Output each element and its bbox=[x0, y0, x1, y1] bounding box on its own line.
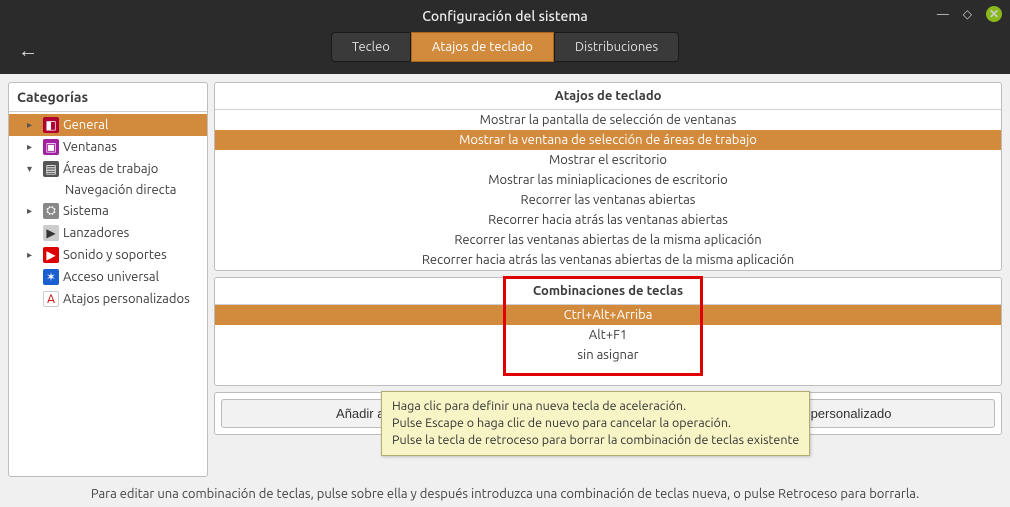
sidebar-item-label: General bbox=[63, 118, 108, 132]
tooltip-line: Pulse la tecla de retroceso para borrar … bbox=[392, 432, 799, 449]
caret-icon: ▾ bbox=[27, 163, 39, 175]
caret-icon bbox=[27, 272, 39, 283]
sidebar-item-label: Sistema bbox=[63, 204, 109, 218]
binding-row[interactable]: sin asignar bbox=[215, 345, 1001, 365]
system-icon: ⛭ bbox=[43, 203, 59, 219]
sidebar: Categorías ▸ ◧ General ▸ ▣ Ventanas ▾ ▤ … bbox=[8, 82, 208, 477]
sidebar-item-navegacion[interactable]: Navegación directa bbox=[9, 180, 207, 200]
sidebar-item-acceso[interactable]: ✶ Acceso universal bbox=[9, 266, 207, 288]
general-icon: ◧ bbox=[43, 117, 59, 133]
sidebar-item-general[interactable]: ▸ ◧ General bbox=[9, 114, 207, 136]
window-controls: — ◇ ✕ bbox=[937, 6, 1002, 22]
caret-icon: ▸ bbox=[27, 205, 39, 217]
sidebar-item-label: Sonido y soportes bbox=[63, 248, 167, 262]
shortcut-row[interactable]: Mostrar la ventana de selección de áreas… bbox=[215, 130, 1001, 150]
shortcut-row[interactable]: Mostrar la pantalla de selección de vent… bbox=[215, 110, 1001, 130]
shortcut-row[interactable]: Recorrer las ventanas abiertas de la mis… bbox=[215, 230, 1001, 250]
sidebar-item-label: Acceso universal bbox=[63, 270, 159, 284]
caret-icon: ▸ bbox=[27, 249, 39, 261]
maximize-icon[interactable]: ◇ bbox=[963, 7, 972, 21]
sidebar-item-label: Atajos personalizados bbox=[63, 292, 190, 306]
tab-atajos[interactable]: Atajos de teclado bbox=[411, 32, 554, 62]
sidebar-item-label: Áreas de trabajo bbox=[63, 162, 158, 176]
shortcut-row[interactable]: Recorrer hacia atrás las ventanas abiert… bbox=[215, 210, 1001, 230]
sidebar-header: Categorías bbox=[9, 83, 207, 112]
footer-hint: Para editar una combinación de teclas, p… bbox=[0, 485, 1010, 503]
close-icon[interactable]: ✕ bbox=[986, 6, 1002, 22]
tooltip-line: Haga clic para definir una nueva tecla d… bbox=[392, 398, 799, 415]
sidebar-item-personalizados[interactable]: A Atajos personalizados bbox=[9, 288, 207, 310]
main-area: Atajos de teclado Mostrar la pantalla de… bbox=[214, 82, 1002, 477]
binding-row[interactable]: Alt+F1 bbox=[215, 325, 1001, 345]
accessibility-icon: ✶ bbox=[43, 269, 59, 285]
sidebar-item-label: Navegación directa bbox=[65, 183, 176, 197]
titlebar: Configuración del sistema — ◇ ✕ ← Tecleo… bbox=[0, 0, 1010, 74]
shortcut-row[interactable]: Recorrer hacia atrás las ventanas abiert… bbox=[215, 250, 1001, 270]
sidebar-item-areas[interactable]: ▾ ▤ Áreas de trabajo bbox=[9, 158, 207, 180]
bindings-panel: Combinaciones de teclas Ctrl+Alt+Arriba … bbox=[214, 277, 1002, 386]
shortcut-row[interactable]: Recorrer las ventanas abiertas bbox=[215, 190, 1001, 210]
tab-bar: Tecleo Atajos de teclado Distribuciones bbox=[0, 32, 1010, 62]
minimize-icon[interactable]: — bbox=[937, 8, 949, 21]
tooltip: Haga clic para definir una nueva tecla d… bbox=[381, 391, 810, 456]
sidebar-item-sonido[interactable]: ▸ ▶ Sonido y soportes bbox=[9, 244, 207, 266]
tooltip-line: Pulse Escape o haga clic de nuevo para c… bbox=[392, 415, 799, 432]
bindings-list: Ctrl+Alt+Arriba Alt+F1 sin asignar bbox=[215, 305, 1001, 385]
action-bar: Añadir atajo personalizado Eliminar el a… bbox=[214, 392, 1002, 435]
category-tree: ▸ ◧ General ▸ ▣ Ventanas ▾ ▤ Áreas de tr… bbox=[9, 112, 207, 312]
sidebar-item-label: Lanzadores bbox=[63, 226, 129, 240]
tab-distribuciones[interactable]: Distribuciones bbox=[554, 32, 679, 62]
caret-icon: ▸ bbox=[27, 141, 39, 153]
caret-icon bbox=[27, 228, 39, 239]
custom-icon: A bbox=[43, 291, 59, 307]
workspace-icon: ▤ bbox=[43, 161, 59, 177]
windows-icon: ▣ bbox=[43, 139, 59, 155]
caret-icon: ▸ bbox=[27, 119, 39, 131]
back-icon[interactable]: ← bbox=[18, 38, 38, 63]
caret-icon bbox=[27, 294, 39, 305]
shortcut-row[interactable]: Mostrar el escritorio bbox=[215, 150, 1001, 170]
shortcuts-panel: Atajos de teclado Mostrar la pantalla de… bbox=[214, 82, 1002, 271]
sidebar-item-lanzadores[interactable]: ▶ Lanzadores bbox=[9, 222, 207, 244]
binding-row[interactable]: Ctrl+Alt+Arriba bbox=[215, 305, 1001, 325]
window-title: Configuración del sistema bbox=[0, 0, 1010, 24]
launcher-icon: ▶ bbox=[43, 225, 59, 241]
sidebar-item-label: Ventanas bbox=[63, 140, 117, 154]
tab-tecleo[interactable]: Tecleo bbox=[331, 32, 411, 62]
sidebar-item-ventanas[interactable]: ▸ ▣ Ventanas bbox=[9, 136, 207, 158]
content-area: Categorías ▸ ◧ General ▸ ▣ Ventanas ▾ ▤ … bbox=[0, 74, 1010, 485]
bindings-header: Combinaciones de teclas bbox=[215, 278, 1001, 305]
shortcut-row[interactable]: Mostrar las miniaplicaciones de escritor… bbox=[215, 170, 1001, 190]
shortcuts-header: Atajos de teclado bbox=[215, 83, 1001, 110]
sidebar-item-sistema[interactable]: ▸ ⛭ Sistema bbox=[9, 200, 207, 222]
sound-icon: ▶ bbox=[43, 247, 59, 263]
